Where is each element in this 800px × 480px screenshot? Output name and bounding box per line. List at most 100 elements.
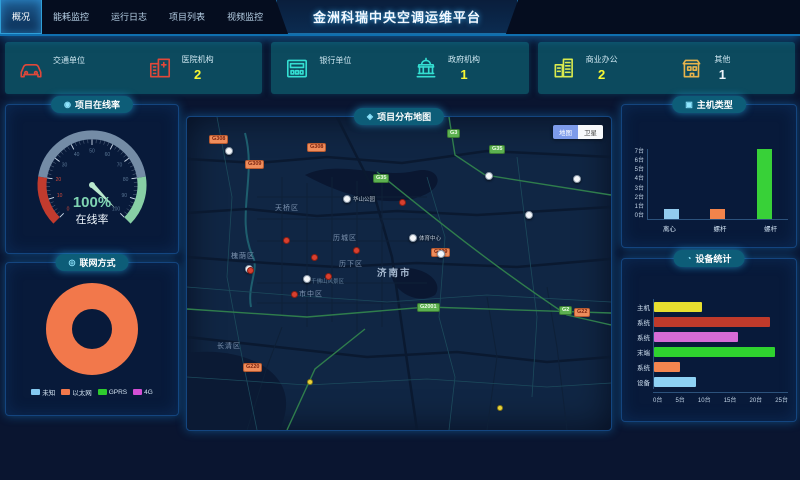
city-label: 济南市 <box>377 265 412 279</box>
project-marker[interactable] <box>247 267 254 274</box>
district-label: 历下区 <box>339 259 363 269</box>
svg-text:90: 90 <box>122 193 128 199</box>
svg-text:40: 40 <box>74 152 80 158</box>
map-button-satellite[interactable]: 卫星 <box>578 125 603 139</box>
x-tick-label: 0台 <box>653 395 662 404</box>
svg-text:80: 80 <box>123 177 129 183</box>
panel-online-rate-header: ◉ 项目在线率 <box>51 96 133 113</box>
y-tick-label: 3台 <box>626 186 644 192</box>
poi-marker[interactable] <box>485 172 493 180</box>
y-tick-label: 0台 <box>626 213 644 219</box>
nav-tab-0[interactable]: 概况 <box>0 0 42 34</box>
poi-dot <box>485 172 493 180</box>
app-title: 金洲科瑞中央空调运维平台 <box>313 7 481 26</box>
hbar-主机[interactable] <box>654 302 702 312</box>
legend-swatch <box>31 389 40 395</box>
device-stats-chart: 主机系统系统末端系统设备0台5台10台15台20台25台 <box>622 259 796 404</box>
project-marker[interactable] <box>353 247 360 254</box>
nav-tab-3[interactable]: 项目列表 <box>158 0 216 34</box>
legend-item-0[interactable]: 未知 <box>31 387 55 397</box>
stat-item[interactable]: 政府机构1 <box>400 42 529 94</box>
panel-online-rate: ◉ 项目在线率 0102030405060708090100100%在线率 <box>5 104 179 254</box>
hbar-track <box>653 299 788 314</box>
legend-item-2[interactable]: GPRS <box>98 389 127 396</box>
nav-tab-4[interactable]: 视频监控 <box>216 0 274 34</box>
gauge-icon: ◉ <box>64 100 71 109</box>
bank-icon <box>284 55 310 81</box>
road-badge: G220 <box>243 363 262 372</box>
bar-螺杆[interactable] <box>757 149 772 219</box>
legend-item-3[interactable]: 4G <box>133 389 153 396</box>
legend-label: 以太网 <box>72 387 92 397</box>
panel-host-type-title: 主机类型 <box>697 98 733 111</box>
stat-value: 1 <box>719 67 726 82</box>
svg-text:50: 50 <box>89 148 95 154</box>
stat-item[interactable]: 银行单位 <box>271 42 400 94</box>
nav-tab-1[interactable]: 能耗监控 <box>42 0 100 34</box>
district-label: 长清区 <box>217 341 241 351</box>
stat-text: 银行单位 <box>319 55 351 82</box>
hbar-track <box>653 314 788 329</box>
stat-text: 商业办公2 <box>586 54 618 82</box>
device-stats-bar-chart: 主机系统系统末端系统设备0台5台10台15台20台25台 <box>622 259 796 404</box>
bar-离心[interactable] <box>664 209 679 219</box>
hbar-系统[interactable] <box>654 362 680 372</box>
stat-text: 其他1 <box>714 54 730 82</box>
poi-marker[interactable] <box>573 175 581 183</box>
host-icon: ▣ <box>685 100 693 109</box>
y-axis: 7台6台5台4台3台2台1台0台 <box>626 149 647 219</box>
stat-value: 1 <box>460 67 467 82</box>
hbar-label: 系统 <box>628 317 653 327</box>
hbar-系统[interactable] <box>654 317 770 327</box>
map-pin-icon: ◈ <box>367 112 373 121</box>
district-label: 历城区 <box>333 233 357 243</box>
stat-item[interactable]: 交通单位 <box>5 42 134 94</box>
poi-marker[interactable] <box>525 211 533 219</box>
project-marker[interactable] <box>283 237 290 244</box>
stat-cards: 交通单位医院机构2银行单位政府机构1商业办公2其他1 <box>5 42 795 94</box>
stat-item[interactable]: 其他1 <box>666 42 795 94</box>
stats-icon: ◔ <box>687 254 692 263</box>
poi-marker[interactable] <box>437 250 445 258</box>
y-tick-label: 7台 <box>626 149 644 155</box>
legend-item-1[interactable]: 以太网 <box>61 387 92 397</box>
hbar-label: 系统 <box>628 362 653 372</box>
map-type-toggle: 地图卫星 <box>553 125 603 139</box>
bar-螺杆[interactable] <box>710 209 725 219</box>
project-marker[interactable] <box>325 273 332 280</box>
hbar-设备[interactable] <box>654 377 696 387</box>
svg-text:在线率: 在线率 <box>76 212 109 226</box>
office-icon <box>551 55 577 81</box>
poi-dot <box>437 250 445 258</box>
poi-marker[interactable]: 体育中心 <box>409 234 441 242</box>
poi-dot <box>225 147 233 155</box>
hbar-系统[interactable] <box>654 332 738 342</box>
stat-value: 2 <box>598 67 605 82</box>
hbar-末端[interactable] <box>654 347 775 357</box>
svg-text:10: 10 <box>57 193 63 199</box>
stat-item[interactable]: 商业办公2 <box>538 42 667 94</box>
hbar-label: 主机 <box>628 302 653 312</box>
nav-tabs: 概况能耗监控运行日志项目列表视频监控 <box>0 0 274 34</box>
map-button-map[interactable]: 地图 <box>553 125 578 139</box>
x-tick-label: 25台 <box>775 395 788 404</box>
svg-text:0: 0 <box>67 206 70 212</box>
nav-tab-2[interactable]: 运行日志 <box>100 0 158 34</box>
project-marker[interactable] <box>399 199 406 206</box>
poi-dot <box>573 175 581 183</box>
project-marker[interactable] <box>291 291 298 298</box>
hbar-track <box>653 329 788 344</box>
stat-item[interactable]: 医院机构2 <box>134 42 263 94</box>
project-map[interactable]: 地图卫星 G308G308G309G35G3G35G309G2001G2G22G… <box>187 117 611 430</box>
hbar-row: 主机 <box>628 299 788 314</box>
poi-marker[interactable] <box>225 147 233 155</box>
poi-marker[interactable] <box>303 275 311 283</box>
svg-text:20: 20 <box>56 177 62 183</box>
project-marker[interactable] <box>311 254 318 261</box>
y-tick-label: 6台 <box>626 158 644 164</box>
poi-marker[interactable]: 华山公园 <box>343 195 375 203</box>
road-badge: G35 <box>489 145 505 154</box>
x-tick-label: 5台 <box>675 395 684 404</box>
legend-swatch <box>98 389 107 395</box>
stat-label: 医院机构 <box>182 54 214 65</box>
